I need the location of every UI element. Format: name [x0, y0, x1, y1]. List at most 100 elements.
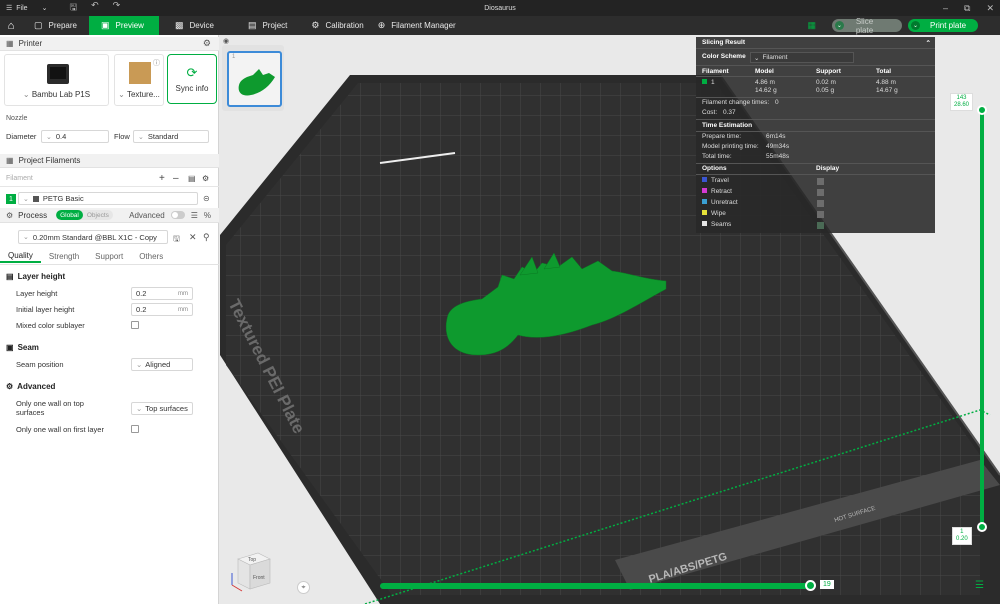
- gear-icon[interactable]: ⚙: [203, 38, 211, 49]
- layers-icon[interactable]: ☰: [975, 580, 984, 591]
- file-menu-label[interactable]: File: [16, 5, 27, 12]
- option-wipe[interactable]: Wipe: [702, 210, 726, 217]
- chevron-down-icon: ⌄: [754, 54, 760, 62]
- layer-range-slider[interactable]: [980, 105, 984, 525]
- printer-icon: ▦: [6, 39, 14, 48]
- objects-option[interactable]: Objects: [83, 210, 113, 220]
- option-travel[interactable]: Travel: [702, 177, 729, 184]
- percent-icon[interactable]: %: [204, 211, 211, 220]
- filament-index-badge[interactable]: 1: [6, 194, 16, 204]
- remove-filament-icon[interactable]: ⊝: [203, 194, 210, 203]
- filament-label: Filament: [6, 175, 33, 182]
- display-title: Display: [816, 165, 840, 172]
- unit-label: mm: [178, 306, 188, 313]
- options-title: Options: [702, 165, 727, 172]
- fit-view-icon[interactable]: ⌖: [297, 581, 310, 594]
- global-option[interactable]: Global: [56, 210, 83, 220]
- chevron-down-icon[interactable]: ⌄: [911, 21, 920, 30]
- list-icon[interactable]: ▤: [188, 174, 196, 183]
- filament-name: PETG Basic: [42, 194, 84, 203]
- color-scheme-select[interactable]: ⌄ Filament: [750, 52, 854, 63]
- prepare-time-label: Prepare time:: [702, 133, 742, 140]
- list-icon[interactable]: ☰: [191, 211, 198, 220]
- one-wall-top-label: Only one wall on top surfaces: [16, 399, 84, 417]
- diameter-select[interactable]: ⌄ 0.4: [41, 130, 109, 143]
- option-seams[interactable]: Seams: [702, 221, 731, 228]
- initial-layer-height-value: 0.2: [136, 305, 147, 314]
- flow-select[interactable]: ⌄ Standard: [133, 130, 209, 143]
- move-slider-handle[interactable]: [805, 580, 816, 591]
- one-wall-first-checkbox[interactable]: [131, 425, 139, 433]
- top-layer-handle[interactable]: [977, 105, 987, 115]
- tab-prepare[interactable]: ▢ Prepare: [22, 16, 89, 35]
- tab-support[interactable]: Support: [87, 249, 131, 263]
- tab-calibration[interactable]: ⚙ Calibration: [299, 16, 375, 35]
- tab-strength[interactable]: Strength: [41, 249, 87, 263]
- wipe-display-checkbox[interactable]: [817, 211, 824, 218]
- hamburger-icon[interactable]: ☰: [6, 4, 12, 12]
- tab-filament-manager[interactable]: ⊕ Filament Manager: [376, 16, 468, 35]
- save-preset-icon[interactable]: 🖫: [173, 233, 180, 247]
- minimize-icon[interactable]: –: [943, 3, 948, 13]
- sync-info-button[interactable]: ⟳ Sync info: [167, 54, 217, 104]
- process-preset-select[interactable]: ⌄ 0.20mm Standard @BBL X1C - Copy: [18, 230, 168, 244]
- view-cube[interactable]: Top Front: [226, 545, 276, 595]
- divider: [696, 119, 935, 120]
- tab-project[interactable]: ▤ Project: [226, 16, 299, 35]
- undo-icon[interactable]: ↶: [91, 0, 99, 16]
- global-objects-toggle[interactable]: Global Objects: [56, 210, 113, 220]
- cost-row: Cost: 0.37: [702, 109, 736, 116]
- save-icon[interactable]: 🖫: [69, 0, 77, 16]
- tab-quality[interactable]: Quality: [0, 249, 41, 263]
- preview-viewport[interactable]: Textured PEI Plate PLA/ABS/PETG HOT SURF…: [220, 35, 1000, 604]
- restore-icon[interactable]: ⧉: [964, 3, 970, 14]
- tab-preview[interactable]: ▣ Preview: [88, 16, 159, 35]
- collapse-icon[interactable]: ⌃: [926, 39, 931, 47]
- option-retract[interactable]: Retract: [702, 188, 732, 195]
- seam-position-select[interactable]: ⌄ Aligned: [131, 358, 193, 371]
- one-wall-top-select[interactable]: ⌄ Top surfaces: [131, 402, 193, 415]
- flow-value: Standard: [147, 132, 179, 141]
- divider: [696, 174, 935, 175]
- option-unretract[interactable]: Unretract: [702, 199, 738, 206]
- search-icon[interactable]: ⚲: [203, 232, 210, 243]
- travel-display-checkbox[interactable]: [817, 178, 824, 185]
- col-filament: Filament: [702, 68, 729, 75]
- file-menu[interactable]: ☰ File ⌄: [0, 4, 48, 13]
- add-icon[interactable]: +: [159, 173, 165, 184]
- slice-plate-button[interactable]: ⌄ Slice plate: [832, 17, 902, 35]
- move-slider[interactable]: [380, 583, 810, 589]
- layer-height-input[interactable]: 0.2 mm: [131, 287, 193, 300]
- info-icon[interactable]: ⓘ: [153, 58, 160, 68]
- close-icon[interactable]: ✕: [189, 232, 197, 243]
- tab-others[interactable]: Others: [131, 249, 171, 263]
- bottom-layer-handle[interactable]: [977, 522, 987, 532]
- one-wall-top-label-line1: Only one wall on top: [16, 399, 84, 408]
- seams-display-checkbox[interactable]: [817, 222, 824, 229]
- mixed-color-checkbox[interactable]: [131, 321, 139, 329]
- printer-select-card[interactable]: ⌄ Bambu Lab P1S: [4, 54, 109, 106]
- filament-row[interactable]: 1 ⌄ PETG Basic ⊝: [0, 191, 219, 207]
- plate-select-card[interactable]: ⓘ ⌄ Texture...: [114, 54, 164, 106]
- home-icon[interactable]: ⌂: [0, 16, 22, 35]
- layout-icon[interactable]: ▦: [807, 20, 816, 31]
- retract-display-checkbox[interactable]: [817, 189, 824, 196]
- unretract-display-checkbox[interactable]: [817, 200, 824, 207]
- filament-select[interactable]: ⌄ PETG Basic: [18, 192, 198, 205]
- chevron-down-icon[interactable]: ⌄: [835, 21, 844, 30]
- print-plate-button[interactable]: ⌄ Print plate: [908, 19, 978, 32]
- initial-layer-height-input[interactable]: 0.2 mm: [131, 303, 193, 316]
- eye-icon[interactable]: ◉: [223, 37, 229, 45]
- advanced-switch[interactable]: [170, 211, 185, 219]
- close-icon[interactable]: ✕: [986, 3, 994, 14]
- option-travel-label: Travel: [711, 177, 729, 184]
- tab-device[interactable]: ▩ Device: [159, 16, 226, 35]
- chevron-down-icon[interactable]: ⌄: [42, 4, 48, 12]
- plate-thumbnail[interactable]: 1: [227, 51, 282, 107]
- remove-icon[interactable]: –: [173, 173, 179, 184]
- seam-group-title: ▣ Seam: [6, 343, 39, 352]
- redo-icon[interactable]: ↷: [113, 0, 121, 16]
- seam-group-label: Seam: [17, 343, 39, 352]
- change-times-label: Filament change times:: [702, 99, 770, 106]
- gear-icon[interactable]: ⚙: [202, 174, 209, 183]
